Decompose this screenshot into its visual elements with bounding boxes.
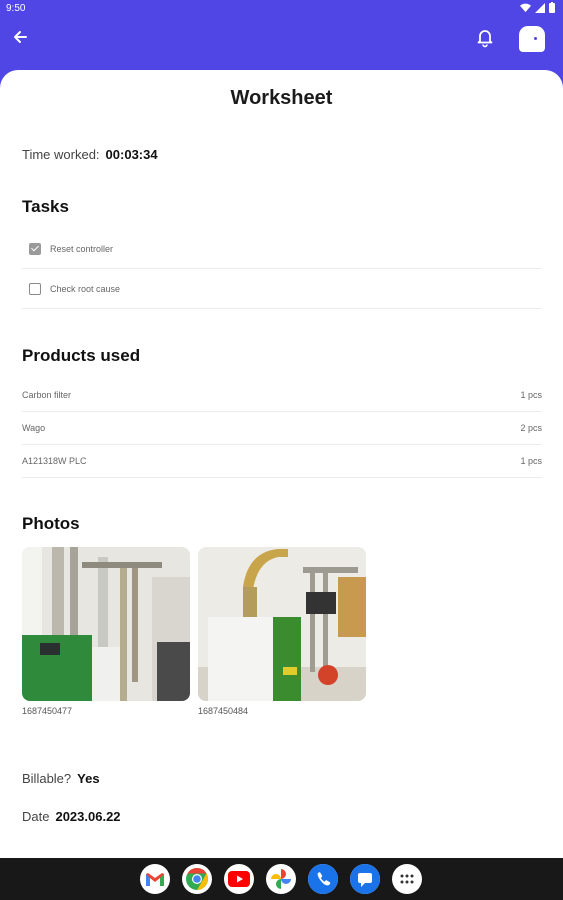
date: Date 2023.06.22 xyxy=(22,809,121,824)
tasks-heading: Tasks xyxy=(22,197,69,216)
product-name: Wago xyxy=(22,422,46,433)
phone-icon[interactable] xyxy=(308,864,338,894)
app-drawer-icon[interactable] xyxy=(392,864,422,894)
task-row[interactable]: Check root cause xyxy=(22,269,542,309)
system-dock xyxy=(0,858,563,900)
product-qty: 1 pcs xyxy=(520,455,542,466)
time-worked: Time worked: 00:03:34 xyxy=(22,147,158,162)
product-row: Wago 2 pcs xyxy=(22,411,542,445)
billable: Billable? Yes xyxy=(22,771,100,786)
task-row[interactable]: Reset controller xyxy=(22,229,542,269)
billable-label: Billable? xyxy=(22,771,72,786)
chrome-icon[interactable] xyxy=(182,864,212,894)
status-time: 9:50 xyxy=(6,3,26,14)
date-label: Date xyxy=(22,809,50,824)
back-arrow-icon[interactable] xyxy=(10,27,30,47)
gmail-icon[interactable] xyxy=(140,864,170,894)
signal-icon xyxy=(535,2,545,13)
page-title: Worksheet xyxy=(230,87,333,109)
date-value: 2023.06.22 xyxy=(55,809,121,824)
status-bar: 9:50 xyxy=(0,0,563,17)
status-icons xyxy=(520,2,555,13)
product-name: Carbon filter xyxy=(22,389,72,400)
photo-thumbnail[interactable] xyxy=(198,547,366,701)
task-label: Reset controller xyxy=(50,243,114,254)
messages-icon[interactable] xyxy=(350,864,380,894)
product-qty: 1 pcs xyxy=(520,389,542,400)
account-avatar[interactable] xyxy=(519,26,545,52)
youtube-icon[interactable] xyxy=(224,864,254,894)
wifi-icon xyxy=(520,3,531,12)
battery-icon xyxy=(549,2,555,13)
task-checkbox[interactable] xyxy=(29,242,41,255)
product-row: Carbon filter 1 pcs xyxy=(22,378,542,412)
photos-icon[interactable] xyxy=(266,864,296,894)
task-label: Check root cause xyxy=(50,283,121,294)
app-bar xyxy=(0,17,563,72)
products-heading: Products used xyxy=(22,346,141,365)
product-row: A121318W PLC 1 pcs xyxy=(22,444,542,478)
photo-thumbnail[interactable] xyxy=(22,547,190,701)
bell-icon[interactable] xyxy=(474,26,496,48)
photo-caption: 1687450477 xyxy=(22,706,73,716)
task-checkbox[interactable] xyxy=(29,282,41,295)
time-worked-value: 00:03:34 xyxy=(105,147,158,162)
photos-heading: Photos xyxy=(22,514,80,533)
product-name: A121318W PLC xyxy=(22,455,87,466)
worksheet-panel: Worksheet Time worked: 00:03:34 Tasks Res… xyxy=(0,70,563,858)
product-qty: 2 pcs xyxy=(520,422,542,433)
time-worked-label: Time worked: xyxy=(22,147,100,162)
photo-caption: 1687450484 xyxy=(198,706,249,716)
billable-value: Yes xyxy=(77,771,100,786)
